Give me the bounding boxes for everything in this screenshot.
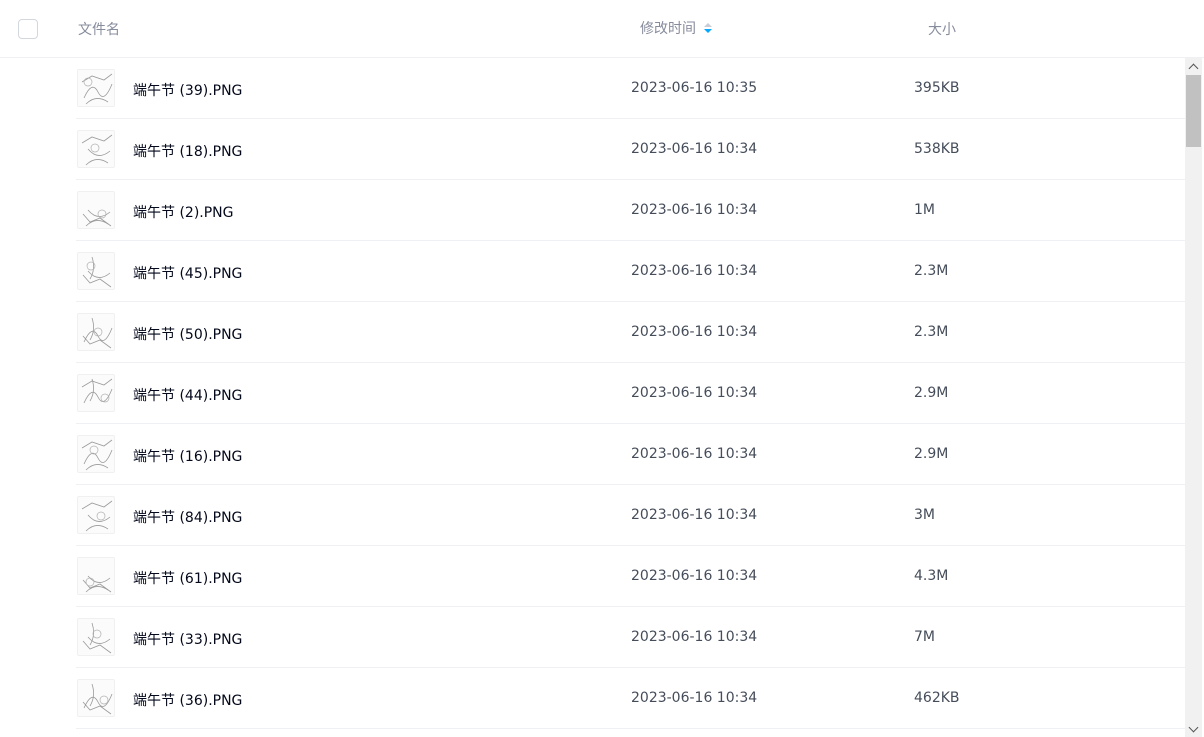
image-thumbnail-icon[interactable] xyxy=(77,191,115,229)
list-header: 文件名 修改时间 大小 xyxy=(0,0,1204,58)
file-name[interactable]: 端午节 (44).PNG xyxy=(133,385,242,405)
file-size: 1M xyxy=(914,202,935,218)
scroll-down-arrow-icon[interactable] xyxy=(1185,720,1202,737)
image-thumbnail-icon[interactable] xyxy=(77,313,115,351)
file-list-view: 文件名 修改时间 大小 端午节 (39).PNG 2023-06-16 10:35… xyxy=(0,0,1204,737)
file-name[interactable]: 端午节 (50).PNG xyxy=(133,324,242,344)
image-thumbnail-icon[interactable] xyxy=(77,374,115,412)
file-size: 2.3M xyxy=(914,324,949,340)
file-modified-time: 2023-06-16 10:34 xyxy=(631,202,758,218)
column-header-modified-time-label: 修改时间 xyxy=(640,21,696,37)
file-size: 2.9M xyxy=(914,385,949,401)
file-size: 538KB xyxy=(914,141,960,157)
file-row[interactable]: 端午节 (50).PNG 2023-06-16 10:34 2.3M xyxy=(0,302,1185,363)
file-row[interactable]: 端午节 (44).PNG 2023-06-16 10:34 2.9M xyxy=(0,363,1185,424)
vertical-scrollbar[interactable] xyxy=(1185,58,1202,737)
file-row[interactable]: 端午节 (2).PNG 2023-06-16 10:34 1M xyxy=(0,180,1185,241)
file-row[interactable]: 端午节 (33).PNG 2023-06-16 10:34 7M xyxy=(0,607,1185,668)
sort-desc-icon[interactable] xyxy=(704,23,712,33)
image-thumbnail-icon[interactable] xyxy=(77,618,115,656)
image-thumbnail-icon[interactable] xyxy=(77,679,115,717)
image-thumbnail-icon[interactable] xyxy=(77,557,115,595)
file-name[interactable]: 端午节 (16).PNG xyxy=(133,446,242,466)
file-size: 462KB xyxy=(914,690,960,706)
file-name[interactable]: 端午节 (2).PNG xyxy=(133,202,234,222)
file-name[interactable]: 端午节 (61).PNG xyxy=(133,568,242,588)
column-header-name[interactable]: 文件名 xyxy=(78,19,120,39)
file-modified-time: 2023-06-16 10:34 xyxy=(631,385,758,401)
file-size: 2.3M xyxy=(914,263,949,279)
column-header-size[interactable]: 大小 xyxy=(928,19,956,39)
file-list: 端午节 (39).PNG 2023-06-16 10:35 395KB 端午节 (18… xyxy=(0,58,1185,737)
file-name[interactable]: 端午节 (33).PNG xyxy=(133,629,242,649)
image-thumbnail-icon[interactable] xyxy=(77,496,115,534)
file-name[interactable]: 端午节 (39).PNG xyxy=(133,80,242,100)
file-size: 7M xyxy=(914,629,935,645)
file-name[interactable]: 端午节 (36).PNG xyxy=(133,690,242,710)
file-row[interactable]: 端午节 (61).PNG 2023-06-16 10:34 4.3M xyxy=(0,546,1185,607)
image-thumbnail-icon[interactable] xyxy=(77,130,115,168)
file-row[interactable]: 端午节 (18).PNG 2023-06-16 10:34 538KB xyxy=(0,119,1185,180)
file-row[interactable]: 端午节 (36).PNG 2023-06-16 10:34 462KB xyxy=(0,668,1185,729)
image-thumbnail-icon[interactable] xyxy=(77,252,115,290)
file-row[interactable]: 端午节 (84).PNG 2023-06-16 10:34 3M xyxy=(0,485,1185,546)
file-modified-time: 2023-06-16 10:34 xyxy=(631,446,758,462)
file-modified-time: 2023-06-16 10:34 xyxy=(631,568,758,584)
file-modified-time: 2023-06-16 10:35 xyxy=(631,80,758,96)
file-modified-time: 2023-06-16 10:34 xyxy=(631,263,758,279)
file-modified-time: 2023-06-16 10:34 xyxy=(631,690,758,706)
image-thumbnail-icon[interactable] xyxy=(77,69,115,107)
file-size: 3M xyxy=(914,507,935,523)
file-row[interactable]: 端午节 (39).PNG 2023-06-16 10:35 395KB xyxy=(0,58,1185,119)
scrollbar-thumb[interactable] xyxy=(1186,75,1201,147)
file-modified-time: 2023-06-16 10:34 xyxy=(631,324,758,340)
scroll-up-arrow-icon[interactable] xyxy=(1185,58,1202,75)
file-modified-time: 2023-06-16 10:34 xyxy=(631,629,758,645)
select-all-checkbox[interactable] xyxy=(18,19,38,39)
file-row[interactable]: 端午节 (16).PNG 2023-06-16 10:34 2.9M xyxy=(0,424,1185,485)
file-modified-time: 2023-06-16 10:34 xyxy=(631,141,758,157)
image-thumbnail-icon[interactable] xyxy=(77,435,115,473)
file-size: 4.3M xyxy=(914,568,949,584)
file-name[interactable]: 端午节 (18).PNG xyxy=(133,141,242,161)
file-name[interactable]: 端午节 (84).PNG xyxy=(133,507,242,527)
file-row[interactable]: 端午节 (45).PNG 2023-06-16 10:34 2.3M xyxy=(0,241,1185,302)
file-size: 395KB xyxy=(914,80,960,96)
file-modified-time: 2023-06-16 10:34 xyxy=(631,507,758,523)
file-name[interactable]: 端午节 (45).PNG xyxy=(133,263,242,283)
column-header-modified-time[interactable]: 修改时间 xyxy=(640,18,712,38)
file-size: 2.9M xyxy=(914,446,949,462)
